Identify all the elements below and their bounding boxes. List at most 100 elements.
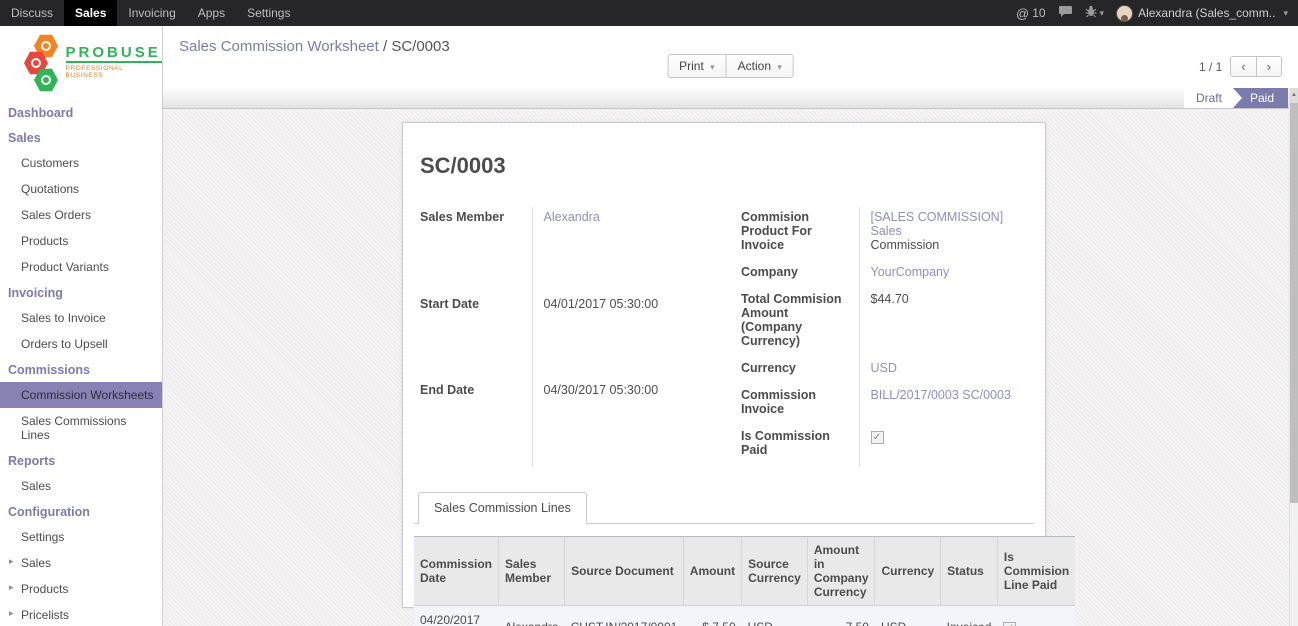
- cell-amount: $ 7.50: [683, 606, 741, 626]
- menu-invoicing[interactable]: Invoicing: [117, 0, 186, 26]
- breadcrumb: Sales Commission Worksheet / SC/0003: [179, 38, 450, 55]
- bug-icon: [1085, 5, 1097, 21]
- user-name: Alexandra (Sales_comm..: [1138, 6, 1275, 20]
- sales-member-link[interactable]: Alexandra: [544, 210, 600, 224]
- chat-bubble-icon[interactable]: [1058, 5, 1073, 21]
- pager-prev-button[interactable]: ‹: [1231, 57, 1255, 76]
- control-bar: Sales Commission Worksheet / SC/0003 Pri…: [163, 26, 1298, 88]
- col-sales-member: Sales Member: [499, 537, 565, 606]
- sidebar-section-configuration[interactable]: Configuration: [0, 499, 162, 524]
- breadcrumb-separator: /: [383, 38, 387, 55]
- user-menu[interactable]: Alexandra (Sales_comm.. ▾: [1116, 5, 1288, 22]
- status-step-draft[interactable]: Draft: [1184, 88, 1242, 108]
- cell-member: Alexandra: [499, 606, 565, 626]
- sidebar-item-config-products[interactable]: ▸ Products: [0, 576, 162, 602]
- sidebar-item-customers[interactable]: Customers: [0, 150, 162, 176]
- cell-source-currency: USD: [742, 606, 808, 626]
- breadcrumb-current: SC/0003: [391, 38, 449, 55]
- logo-title: PROBUSE: [66, 45, 162, 63]
- probuse-logo: PROBUSE PROFESSIONAL BUSINESS: [0, 26, 162, 100]
- sidebar-section-reports[interactable]: Reports: [0, 448, 162, 473]
- company-link[interactable]: YourCompany: [871, 265, 950, 279]
- logo-hexagons-icon: [24, 34, 62, 90]
- col-commission-date: Commission Date: [414, 537, 499, 606]
- cell-company-amount: 7.50: [807, 606, 875, 626]
- sidebar-item-sales-orders[interactable]: Sales Orders: [0, 202, 162, 228]
- form-sheet: SC/0003 Sales Member Alexandra Start Dat…: [402, 122, 1046, 608]
- breadcrumb-parent-link[interactable]: Sales Commission Worksheet: [179, 38, 379, 55]
- sidebar-section-commissions[interactable]: Commissions: [0, 357, 162, 382]
- record-title: SC/0003: [420, 153, 1034, 179]
- cell-currency: USD: [875, 606, 941, 626]
- action-label: Action: [738, 59, 771, 73]
- sidebar-section-sales[interactable]: Sales: [0, 125, 162, 150]
- print-button[interactable]: Print ▾: [668, 55, 726, 77]
- line-paid-checkbox[interactable]: ✓: [1003, 622, 1016, 626]
- chevron-down-icon: ▾: [777, 62, 782, 72]
- chevron-down-icon: ▾: [1100, 8, 1105, 18]
- field-group-left: Sales Member Alexandra Start Date 04/01/…: [420, 207, 707, 467]
- sidebar-item-reports-sales[interactable]: Sales: [0, 473, 162, 499]
- bug-menu[interactable]: ▾: [1085, 5, 1105, 21]
- col-currency: Currency: [875, 537, 941, 606]
- menu-sales[interactable]: Sales: [64, 0, 117, 26]
- field-label-commission-invoice: Commission Invoice: [741, 385, 859, 426]
- commission-product-link[interactable]: [SALES COMMISSION] Sales: [871, 210, 1004, 238]
- sidebar-item-label: Products: [21, 582, 68, 596]
- menu-discuss[interactable]: Discuss: [0, 0, 64, 26]
- commission-lines-table: Commission Date Sales Member Source Docu…: [414, 536, 1075, 626]
- sidebar-item-product-variants[interactable]: Product Variants: [0, 254, 162, 280]
- sidebar-item-config-pricelists[interactable]: ▸ Pricelists: [0, 602, 162, 626]
- chevron-down-icon: ▾: [710, 62, 715, 72]
- sidebar-item-commission-worksheets[interactable]: Commission Worksheets: [0, 382, 162, 408]
- sidebar-section-invoicing[interactable]: Invoicing: [0, 280, 162, 305]
- field-label-end-date: End Date: [420, 380, 532, 467]
- table-row[interactable]: 04/20/2017 05:30:00 Alexandra CUST.IN/20…: [414, 606, 1075, 626]
- status-bar: Draft Paid: [163, 88, 1298, 109]
- col-source-document: Source Document: [565, 537, 684, 606]
- logo-subtitle: PROFESSIONAL BUSINESS: [66, 65, 162, 79]
- sidebar-item-settings[interactable]: Settings: [0, 524, 162, 550]
- field-label-currency: Currency: [741, 358, 859, 385]
- col-is-commision-line-paid: Is Commision Line Paid: [997, 537, 1075, 606]
- sidebar-item-dashboard[interactable]: Dashboard: [0, 100, 162, 125]
- form-background: SC/0003 Sales Member Alexandra Start Dat…: [163, 109, 1298, 626]
- action-button[interactable]: Action ▾: [726, 55, 793, 77]
- sidebar: PROBUSE PROFESSIONAL BUSINESS Dashboard …: [0, 26, 163, 626]
- currency-link[interactable]: USD: [871, 361, 897, 375]
- pager-count: 1 / 1: [1199, 60, 1222, 74]
- scroll-up-icon[interactable]: ▲: [1290, 88, 1298, 103]
- field-label-total-commission: Total Commision Amount (Company Currency…: [741, 289, 859, 358]
- mention-counter[interactable]: @ 10: [1016, 6, 1046, 21]
- is-commission-paid-checkbox[interactable]: ✓: [871, 431, 884, 444]
- col-source-currency: Source Currency: [742, 537, 808, 606]
- table-header-row: Commission Date Sales Member Source Docu…: [414, 537, 1075, 606]
- mention-count: 10: [1032, 6, 1045, 20]
- sidebar-item-orders-to-upsell[interactable]: Orders to Upsell: [0, 331, 162, 357]
- scrollbar-thumb[interactable]: [1290, 103, 1298, 503]
- vertical-scrollbar[interactable]: ▲: [1289, 88, 1298, 626]
- expand-caret-icon: ▸: [9, 608, 14, 619]
- col-amount-company-currency: Amount in Company Currency: [807, 537, 875, 606]
- pager-next-button[interactable]: ›: [1256, 57, 1281, 76]
- tab-sales-commission-lines[interactable]: Sales Commission Lines: [418, 492, 587, 524]
- expand-caret-icon: ▸: [9, 582, 14, 593]
- sidebar-item-config-sales[interactable]: ▸ Sales: [0, 550, 162, 576]
- sidebar-item-products[interactable]: Products: [0, 228, 162, 254]
- col-amount: Amount: [683, 537, 741, 606]
- field-group-right: Commision Product For Invoice [SALES COM…: [741, 207, 1028, 467]
- pager: 1 / 1 ‹ ›: [1199, 56, 1282, 77]
- menu-settings[interactable]: Settings: [236, 0, 301, 26]
- sidebar-item-quotations[interactable]: Quotations: [0, 176, 162, 202]
- menu-apps[interactable]: Apps: [187, 0, 236, 26]
- end-date-value: 04/30/2017 05:30:00: [532, 380, 707, 467]
- sidebar-item-label: Pricelists: [21, 608, 69, 622]
- sidebar-item-sales-to-invoice[interactable]: Sales to Invoice: [0, 305, 162, 331]
- field-label-commision-product: Commision Product For Invoice: [741, 207, 859, 262]
- sidebar-item-label: Sales: [21, 556, 51, 570]
- sidebar-item-sales-commissions-lines[interactable]: Sales Commissions Lines: [0, 408, 162, 448]
- print-label: Print: [679, 59, 704, 73]
- commission-invoice-link[interactable]: BILL/2017/0003 SC/0003: [871, 388, 1011, 402]
- expand-caret-icon: ▸: [9, 556, 14, 567]
- start-date-value: 04/01/2017 05:30:00: [532, 294, 707, 381]
